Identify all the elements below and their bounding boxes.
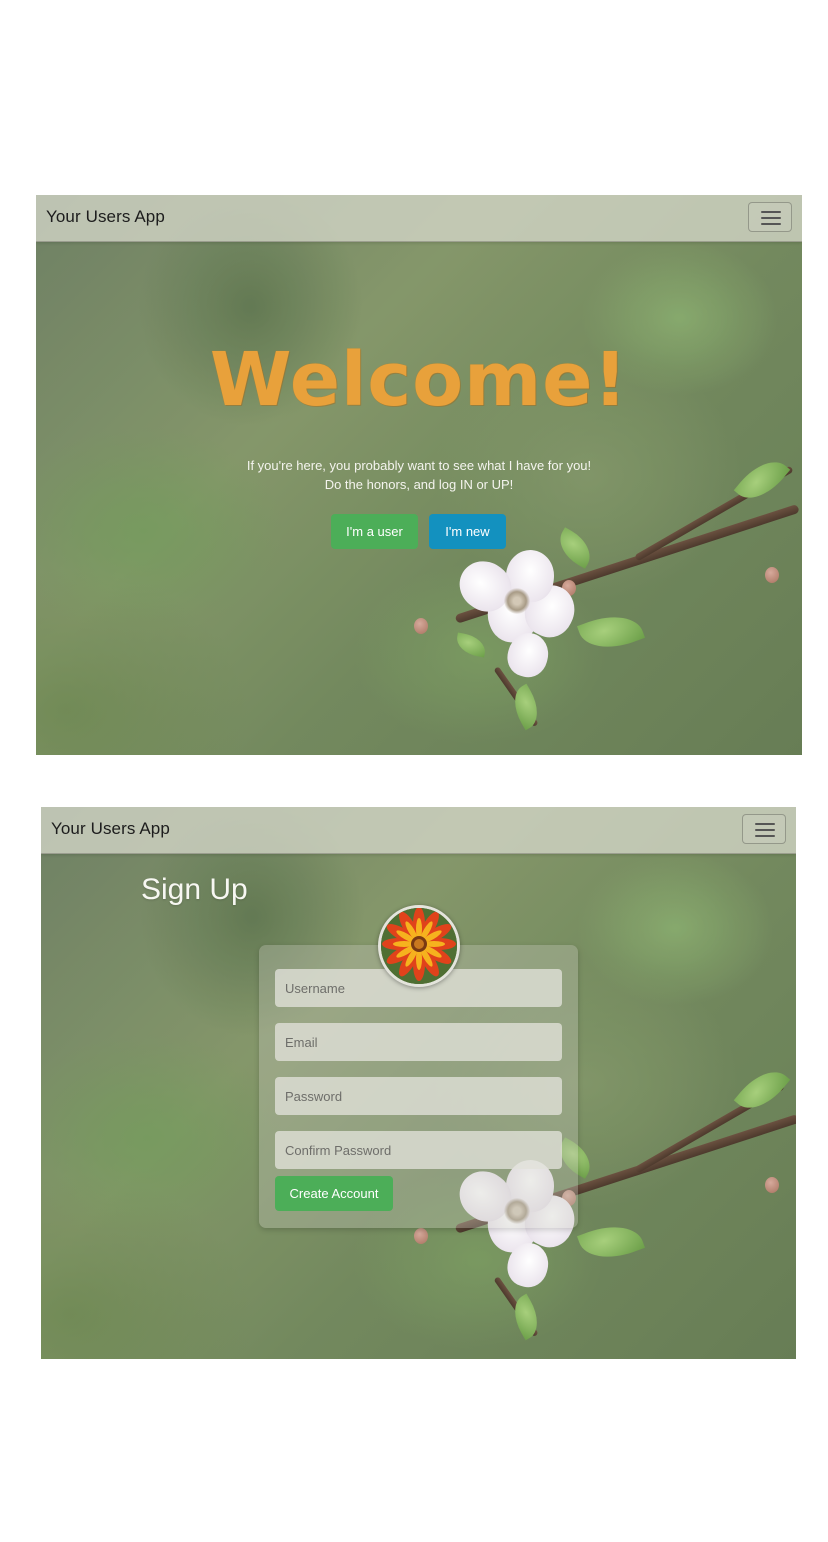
welcome-title: Welcome! [209, 337, 629, 423]
create-account-button[interactable]: Create Account [275, 1176, 393, 1211]
welcome-screen: Your Users App Welcome! If you're here, … [36, 195, 802, 755]
im-a-user-button[interactable]: I'm a user [331, 514, 418, 549]
im-new-button[interactable]: I'm new [429, 514, 506, 549]
avatar [378, 905, 460, 987]
navbar-brand[interactable]: Your Users App [46, 207, 165, 227]
password-input[interactable] [275, 1077, 562, 1115]
menu-toggle-button[interactable] [748, 202, 792, 232]
signup-form: Create Account [259, 945, 578, 1228]
welcome-text-line-2: Do the honors, and log IN or UP! [324, 477, 514, 492]
navbar-brand[interactable]: Your Users App [51, 819, 170, 839]
confirm-password-input[interactable] [275, 1131, 562, 1169]
welcome-text-line-1: If you're here, you probably want to see… [246, 458, 592, 473]
blossom-branch-image [36, 195, 802, 755]
email-input[interactable] [275, 1023, 562, 1061]
gazania-flower-avatar [381, 908, 457, 984]
navbar: Your Users App [36, 195, 802, 242]
signup-screen: Your Users App Sign Up Create Account [41, 807, 796, 1359]
menu-toggle-button[interactable] [742, 814, 786, 844]
page-title: Sign Up [141, 873, 248, 906]
navbar: Your Users App [41, 807, 796, 854]
